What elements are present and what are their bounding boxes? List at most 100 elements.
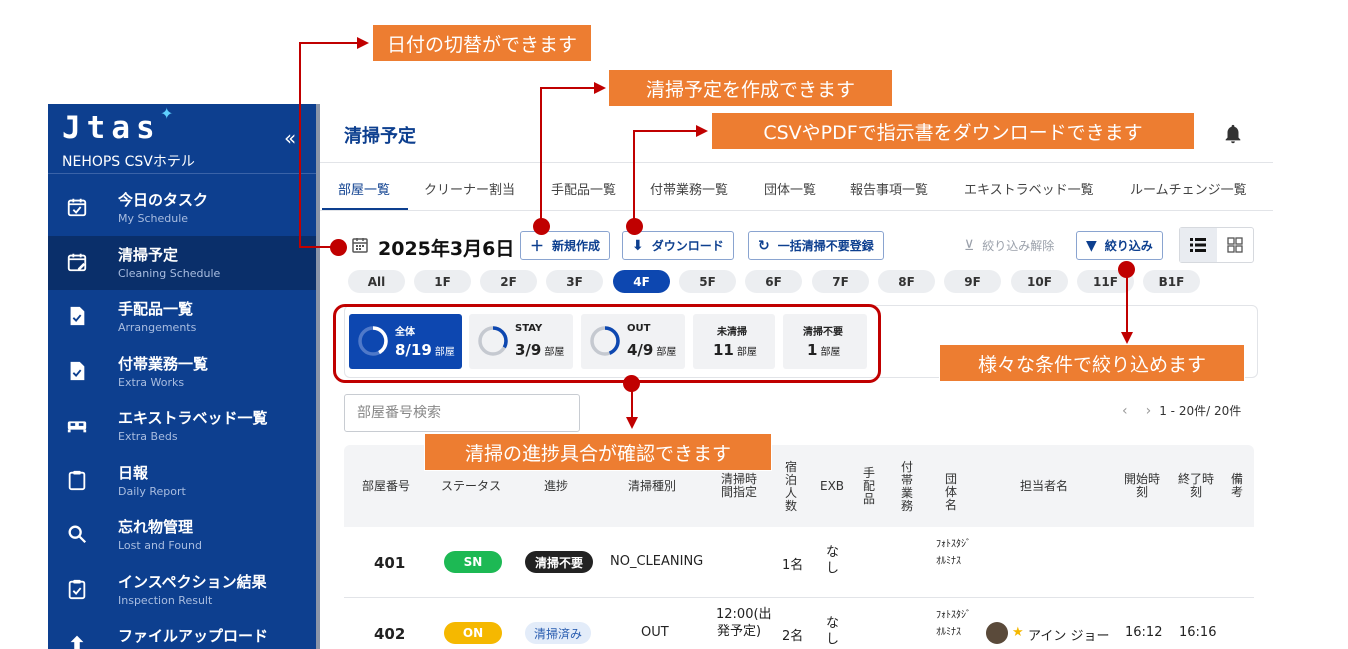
col-staff: 担当者名: [1020, 479, 1069, 493]
clipboard-icon: [68, 470, 86, 490]
exb-value: なし: [826, 545, 840, 576]
col-start: 開始時刻: [1123, 472, 1160, 499]
filter-button[interactable]: ▼ 絞り込み: [1076, 231, 1163, 260]
room-number: 402: [374, 625, 406, 643]
sidebar-item-label: ファイルアップロード: [118, 627, 269, 645]
floor-chip-4f[interactable]: 4F: [613, 270, 670, 293]
floor-chip-9f[interactable]: 9F: [944, 270, 1001, 293]
floor-chip-all[interactable]: All: [348, 270, 405, 293]
sidebar-item-daily-report[interactable]: 日報 Daily Report: [48, 454, 316, 509]
end-time: 16:16: [1179, 625, 1217, 640]
clipboard-check-icon: [68, 579, 86, 599]
sidebar-item-cleaning-schedule[interactable]: 清掃予定 Cleaning Schedule: [48, 235, 316, 290]
stats-highlight-frame: [333, 304, 881, 383]
sidebar-item-label: 今日のタスク: [118, 191, 209, 209]
col-progress: 進捗: [544, 479, 569, 493]
refresh-icon: ↻: [758, 237, 770, 254]
star-icon: ★: [1012, 625, 1024, 640]
pagination-text: 1 - 20件/ 20件: [1159, 404, 1242, 418]
floor-chip-b1f[interactable]: B1F: [1143, 270, 1200, 293]
list-view-button[interactable]: [1180, 228, 1217, 262]
sidebar-item-label: 忘れ物管理: [118, 518, 194, 536]
col-status: ステータス: [441, 479, 502, 493]
sidebar-item-sublabel: Daily Report: [118, 484, 186, 498]
prev-page-button[interactable]: ‹: [1122, 403, 1128, 419]
sidebar-item-label: インスペクション結果: [118, 572, 267, 591]
tab-extra-beds[interactable]: エキストラベッド一覧: [964, 179, 1094, 198]
sidebar-item-sublabel: Inspection Result: [118, 593, 213, 607]
sidebar-item-label: 付帯業務一覧: [118, 354, 209, 373]
download-button-label: ダウンロード: [651, 239, 724, 253]
sidebar-divider: [48, 173, 316, 174]
bulk-button-label: 一括清掃不要登録: [777, 239, 874, 253]
room-search-input[interactable]: [344, 394, 580, 432]
grid-view-button[interactable]: [1217, 228, 1254, 262]
floor-chip-7f[interactable]: 7F: [812, 270, 869, 293]
progress-badge: 清掃不要: [525, 551, 593, 573]
annotation-dot: [1118, 261, 1135, 278]
annotation-progress: 清掃の進捗具合が確認できます: [424, 433, 772, 471]
floor-chip-5f[interactable]: 5F: [679, 270, 736, 293]
sidebar-item-extra-works[interactable]: 付帯業務一覧 Extra Works: [48, 345, 316, 400]
list-icon: [1190, 238, 1207, 252]
group-name: ﾌｫﾄｽﾀｼﾞｵﾙﾐﾅｽ: [936, 610, 971, 638]
date-selector[interactable]: 2025年3月6日: [378, 234, 514, 261]
app-logo: Jtas: [62, 110, 161, 146]
tab-room-change[interactable]: ルームチェンジ一覧: [1130, 179, 1247, 198]
cleaning-time: 12:00(出発予定): [716, 607, 772, 639]
col-arrangements: 手配品: [862, 466, 875, 506]
tab-extra-works[interactable]: 付帯業務一覧: [650, 179, 728, 198]
sidebar-item-label: 清掃予定: [118, 245, 179, 264]
sidebar-item-file-upload[interactable]: ファイルアップロード: [48, 617, 316, 649]
sidebar-item-arrangements[interactable]: 手配品一覧 Arrangements: [48, 290, 316, 345]
search-icon: [68, 525, 87, 544]
status-badge: SN: [444, 551, 502, 573]
sidebar-item-extra-beds[interactable]: エキストラベッド一覧 Extra Beds: [48, 399, 316, 454]
annotation-create-schedule: 清掃予定を作成できます: [608, 69, 893, 107]
sidebar-item-lost-and-found[interactable]: 忘れ物管理 Lost and Found: [48, 508, 316, 563]
annotation-dot: [330, 239, 347, 256]
bulk-no-cleaning-button[interactable]: ↻ 一括清掃不要登録: [748, 231, 884, 260]
tab-groups[interactable]: 団体一覧: [764, 179, 816, 198]
pagination: ‹ › 1 - 20件/ 20件: [1122, 402, 1241, 419]
sidebar-item-sublabel: My Schedule: [118, 212, 189, 225]
floor-chip-10f[interactable]: 10F: [1011, 270, 1068, 293]
guest-count: 1名: [782, 558, 804, 573]
download-button[interactable]: ⬇ ダウンロード: [622, 231, 734, 260]
tab-reports[interactable]: 報告事項一覧: [850, 179, 928, 198]
floor-chip-3f[interactable]: 3F: [546, 270, 603, 293]
page-title: 清掃予定: [344, 126, 416, 147]
tab-arrangements[interactable]: 手配品一覧: [551, 179, 616, 198]
plus-icon: ＋: [530, 238, 544, 255]
room-number: 401: [374, 554, 406, 572]
tab-cleaner-assignment[interactable]: クリーナー割当: [424, 179, 515, 198]
logo-spark-icon: ✦: [160, 104, 174, 123]
sidebar-item-label: 手配品一覧: [118, 300, 194, 318]
sidebar-item-sublabel: Extra Works: [118, 375, 185, 389]
next-page-button[interactable]: ›: [1146, 403, 1152, 419]
floor-chip-8f[interactable]: 8F: [878, 270, 935, 293]
tab-rooms[interactable]: 部屋一覧: [338, 179, 390, 198]
sidebar-item-sublabel: Arrangements: [118, 321, 197, 334]
calendar-icon[interactable]: [352, 237, 368, 253]
table-row[interactable]: 402 ON 清掃済み OUT 12:00(出発予定) 2名 なし ﾌｫﾄｽﾀｼ…: [344, 598, 1254, 649]
col-extra-works: 付帯業務: [900, 460, 913, 513]
notification-bell-icon[interactable]: [1222, 122, 1244, 146]
cleaning-type: NO_CLEANING: [610, 554, 704, 569]
group-name: ﾌｫﾄｽﾀｼﾞｵﾙﾐﾅｽ: [936, 539, 971, 567]
floor-chip-1f[interactable]: 1F: [414, 270, 471, 293]
collapse-sidebar-button[interactable]: «: [284, 126, 296, 150]
annotation-filter: 様々な条件で絞り込めます: [939, 344, 1245, 382]
new-button[interactable]: ＋ 新規作成: [520, 231, 611, 260]
clear-filter-button[interactable]: ⊻ 絞り込み解除: [955, 231, 1064, 260]
col-time: 清掃時間指定: [720, 472, 757, 499]
sidebar-item-my-schedule[interactable]: 今日のタスク My Schedule: [48, 181, 316, 236]
table-row[interactable]: 401 SN 清掃不要 NO_CLEANING 1名 なし ﾌｫﾄｽﾀｼﾞｵﾙﾐ…: [344, 527, 1254, 598]
sidebar-item-label: エキストラベッド一覧: [118, 409, 268, 427]
grid-icon: [1227, 237, 1243, 253]
col-room: 部屋番号: [362, 479, 411, 493]
floor-chip-6f[interactable]: 6F: [745, 270, 802, 293]
sidebar-item-inspection-result[interactable]: インスペクション結果 Inspection Result: [48, 563, 316, 618]
col-type: 清掃種別: [628, 479, 677, 493]
floor-chip-2f[interactable]: 2F: [480, 270, 537, 293]
